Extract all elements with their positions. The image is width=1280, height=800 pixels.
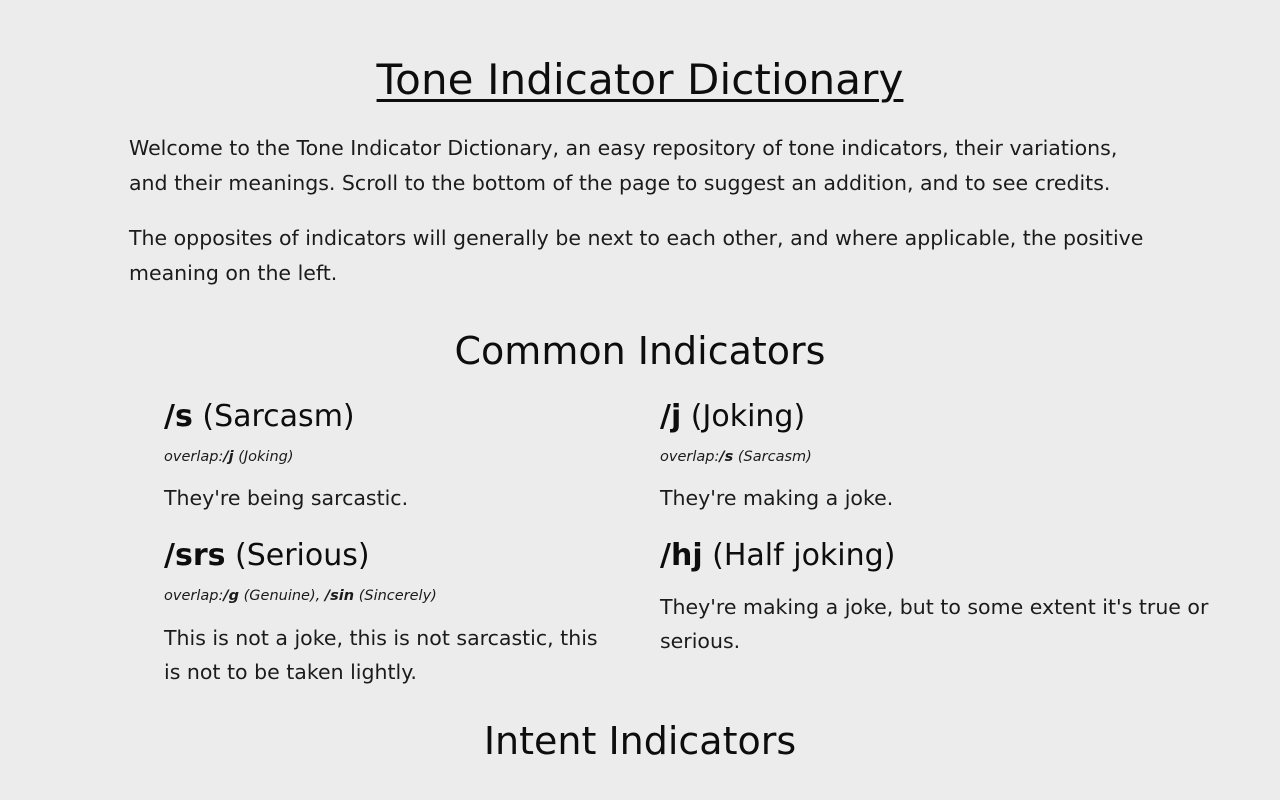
overlap-label: overlap:	[660, 448, 720, 465]
section-heading-intent-indicators: Intent Indicators	[483, 718, 797, 763]
overlap-tag: /g	[223, 587, 240, 604]
indicator-tag: /j	[660, 399, 682, 435]
indicator-gloss: (Half joking)	[712, 538, 896, 574]
page-root: Tone Indicator Dictionary Welcome to the…	[0, 0, 1280, 800]
indicator-tag: /s	[164, 399, 193, 435]
overlap-gloss: (Joking)	[238, 448, 294, 465]
intro-paragraph-1: Welcome to the Tone Indicator Dictionary…	[129, 135, 1118, 195]
indicator-tag: /hj	[660, 538, 703, 574]
overlap-gloss-secondary: (Sincerely)	[358, 587, 437, 604]
section-heading-common-indicators: Common Indicators	[454, 328, 826, 373]
overlap-tag: /s	[719, 448, 734, 465]
overlap-tag-secondary: /sin	[324, 587, 355, 604]
overlap-tag: /j	[223, 448, 234, 465]
indicator-entry: /hj (Half joking) They're making a joke,…	[660, 537, 1280, 688]
page-title: Tone Indicator Dictionary	[0, 0, 1280, 105]
indicator-overlap: overlap:/s (Sarcasm)	[660, 436, 1270, 467]
page-title-text: Tone Indicator Dictionary	[376, 55, 904, 104]
indicator-definition: This is not a joke, this is not sarcasti…	[164, 625, 598, 684]
grid-row-spacer	[660, 515, 1280, 537]
indicator-definition: They're being sarcastic.	[164, 486, 409, 511]
indicator-gloss: (Joking)	[690, 399, 806, 435]
indicator-gloss: (Serious)	[235, 538, 370, 574]
indicator-term: /j (Joking)	[660, 398, 1270, 436]
intro-paragraph-2: The opposites of indicators will general…	[129, 225, 1144, 285]
indicator-overlap: overlap:/g (Genuine), /sin (Sincerely)	[164, 575, 620, 606]
overlap-label: overlap:	[164, 448, 224, 465]
overlap-gloss: (Genuine),	[243, 587, 321, 604]
indicator-entry: /srs (Serious) overlap:/g (Genuine), /si…	[164, 537, 660, 688]
grid-row-spacer	[164, 515, 660, 537]
indicator-entry: /j (Joking) overlap:/s (Sarcasm) They're…	[660, 398, 1280, 515]
intro-section: Welcome to the Tone Indicator Dictionary…	[0, 105, 1280, 291]
indicator-entry: /s (Sarcasm) overlap:/j (Joking) They're…	[164, 398, 660, 515]
indicator-tag: /srs	[164, 538, 226, 574]
indicator-gloss: (Sarcasm)	[202, 399, 355, 435]
indicator-overlap: overlap:/j (Joking)	[164, 436, 620, 467]
common-indicators-grid: /s (Sarcasm) overlap:/j (Joking) They're…	[0, 374, 1280, 689]
overlap-gloss: (Sarcasm)	[737, 448, 812, 465]
indicator-definition: They're making a joke.	[660, 486, 894, 511]
indicator-term: /srs (Serious)	[164, 537, 620, 575]
indicator-term: /s (Sarcasm)	[164, 398, 620, 436]
overlap-label: overlap:	[164, 587, 224, 604]
indicator-term: /hj (Half joking)	[660, 537, 1270, 575]
indicator-definition: They're making a joke, but to some exten…	[660, 594, 1209, 653]
